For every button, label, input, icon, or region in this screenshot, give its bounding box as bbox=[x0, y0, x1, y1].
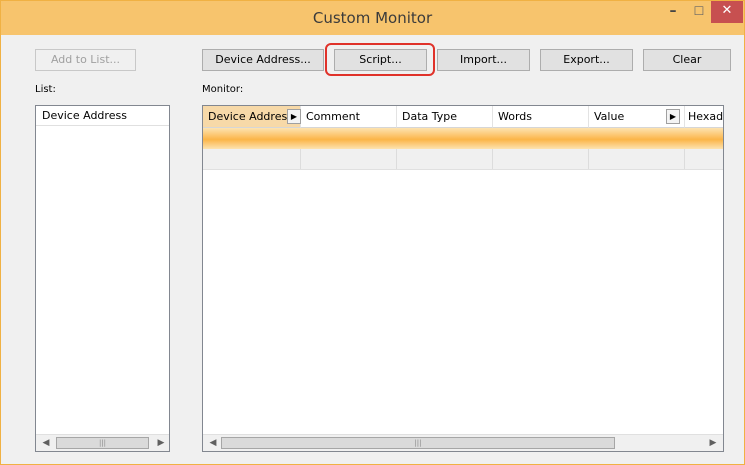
column-expand-icon[interactable]: ▶ bbox=[666, 109, 680, 124]
title-bar: Custom Monitor – ☐ ✕ bbox=[1, 1, 744, 35]
custom-monitor-window: Custom Monitor – ☐ ✕ Add to List... Devi… bbox=[0, 0, 745, 465]
column-expand-icon[interactable]: ▶ bbox=[287, 109, 301, 124]
script-highlight bbox=[325, 43, 435, 76]
clear-button[interactable]: Clear bbox=[643, 49, 731, 71]
scroll-right-icon[interactable]: ▶ bbox=[705, 435, 721, 451]
list-horizontal-scrollbar[interactable]: ◀ ||| ▶ bbox=[36, 434, 169, 451]
minimize-button[interactable]: – bbox=[662, 1, 684, 23]
add-to-list-button[interactable]: Add to List... bbox=[35, 49, 136, 71]
scroll-left-icon[interactable]: ◀ bbox=[205, 435, 221, 451]
column-header-comment[interactable]: Comment bbox=[301, 106, 397, 128]
grip-icon: ||| bbox=[98, 439, 107, 447]
close-button[interactable]: ✕ bbox=[711, 1, 743, 23]
column-header-words[interactable]: Words bbox=[493, 106, 589, 128]
cell-divider bbox=[684, 149, 685, 169]
monitor-grid[interactable]: Device Address ▶ Comment Data Type Words… bbox=[202, 105, 724, 452]
device-list[interactable]: Device Address ◀ ||| ▶ bbox=[35, 105, 170, 452]
column-header-label: Hexadecimal bbox=[688, 110, 724, 123]
device-address-button[interactable]: Device Address... bbox=[202, 49, 324, 71]
cell-divider bbox=[300, 149, 301, 169]
monitor-horizontal-scrollbar[interactable]: ◀ ||| ▶ bbox=[203, 434, 723, 451]
scroll-left-icon[interactable]: ◀ bbox=[38, 435, 54, 451]
column-header-label: Words bbox=[498, 110, 533, 123]
list-label: List: bbox=[35, 84, 56, 95]
table-row[interactable] bbox=[203, 149, 723, 170]
scroll-thumb[interactable]: ||| bbox=[221, 437, 615, 449]
cell-divider bbox=[396, 149, 397, 169]
cell-divider bbox=[588, 149, 589, 169]
scroll-right-icon[interactable]: ▶ bbox=[153, 435, 169, 451]
import-button[interactable]: Import... bbox=[437, 49, 530, 71]
maximize-button[interactable]: ☐ bbox=[688, 1, 710, 23]
column-header-label: Value bbox=[594, 110, 625, 123]
column-header-label: Data Type bbox=[402, 110, 458, 123]
column-header-label: Device Address bbox=[208, 110, 293, 123]
column-header-label: Comment bbox=[306, 110, 360, 123]
grip-icon: ||| bbox=[414, 439, 422, 447]
list-column-header: Device Address bbox=[36, 106, 169, 126]
scroll-thumb[interactable]: ||| bbox=[56, 437, 149, 449]
column-header-hexadecimal[interactable]: Hexadecimal bbox=[685, 106, 724, 128]
selected-row[interactable] bbox=[203, 128, 723, 149]
column-header-data-type[interactable]: Data Type bbox=[397, 106, 493, 128]
window-title: Custom Monitor bbox=[312, 9, 433, 27]
monitor-label: Monitor: bbox=[202, 84, 244, 95]
export-button[interactable]: Export... bbox=[540, 49, 633, 71]
cell-divider bbox=[492, 149, 493, 169]
